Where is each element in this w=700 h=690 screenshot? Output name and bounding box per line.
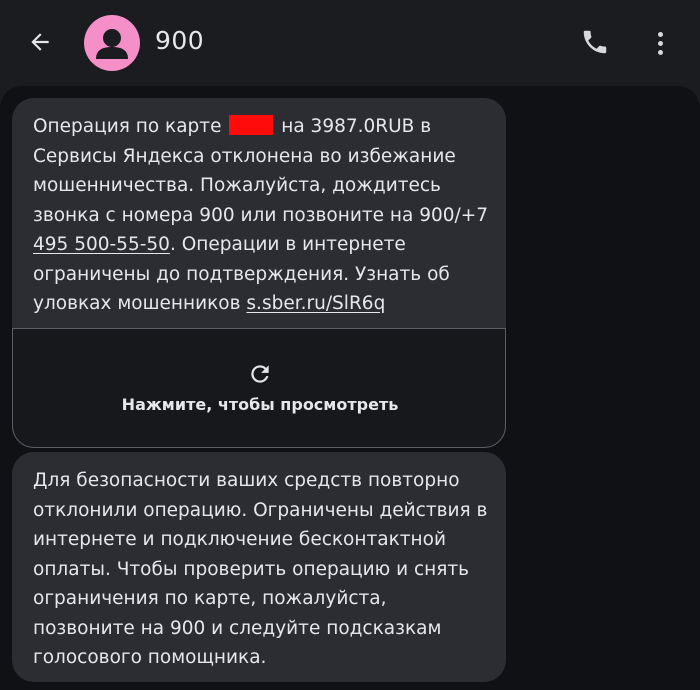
- top-app-bar: 900: [0, 0, 700, 86]
- preview-label: Нажмите, чтобы просмотреть: [121, 395, 399, 414]
- more-vertical-icon: [657, 31, 663, 37]
- back-button[interactable]: [22, 24, 58, 60]
- link-preview-button[interactable]: Нажмите, чтобы просмотреть: [12, 328, 506, 448]
- message-text: Операция по карте на 3987.0RUB в Сервисы…: [33, 115, 489, 314]
- reload-icon: [251, 365, 269, 383]
- conversation-title: 900: [155, 26, 205, 55]
- message-thread[interactable]: Операция по карте на 3987.0RUB в Сервисы…: [0, 86, 700, 690]
- message-bubble[interactable]: Операция по карте на 3987.0RUB в Сервисы…: [12, 98, 506, 448]
- phone-number-link[interactable]: 495 500-55-50: [33, 234, 170, 255]
- phone-icon: [583, 30, 607, 54]
- more-options-button[interactable]: [648, 27, 672, 59]
- call-button[interactable]: [580, 27, 610, 59]
- message-bubble[interactable]: Для безопасности ваших средств повторно …: [12, 452, 506, 682]
- avatar[interactable]: [84, 15, 140, 71]
- person-icon: [96, 29, 128, 59]
- redacted-card-number: [229, 115, 274, 135]
- message-text: Для безопасности ваших средств повторно …: [33, 470, 488, 668]
- arrow-left-icon: [31, 33, 49, 51]
- url-link[interactable]: s.sber.ru/SlR6q: [246, 293, 385, 314]
